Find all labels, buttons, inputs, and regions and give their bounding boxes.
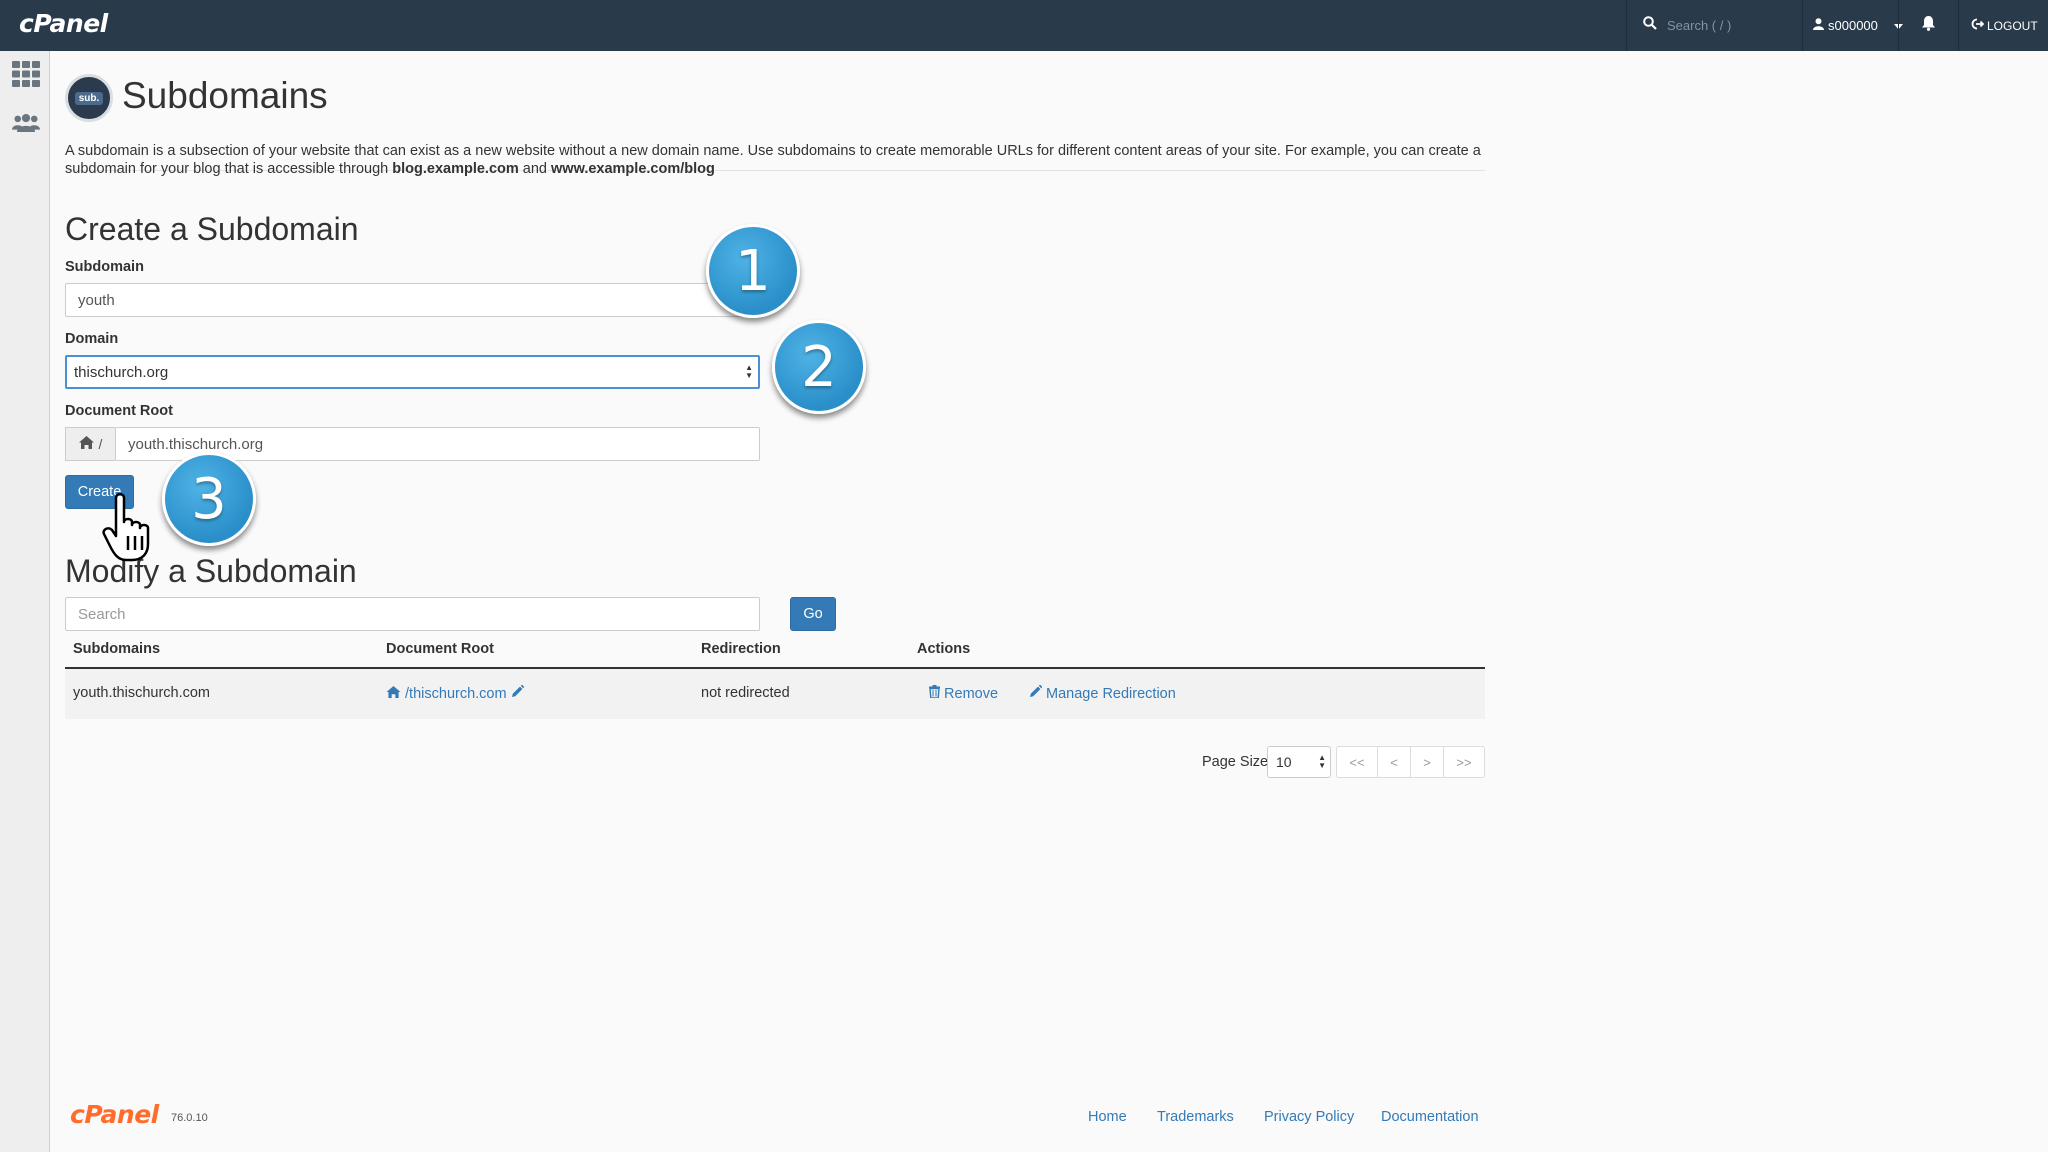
trash-icon [929,685,944,702]
global-search-placeholder: Search ( / ) [1667,18,1732,33]
users-icon[interactable] [12,110,40,136]
footer-link-home[interactable]: Home [1088,1109,1127,1125]
document-root-slash: / [98,436,103,452]
next-page-button[interactable]: > [1410,746,1444,778]
manage-redirection-label: Manage Redirection [1046,686,1176,702]
intro-text: A subdomain is a subsection of your webs… [65,143,1481,177]
page-size-value: 10 [1276,754,1292,770]
intro-example-2: www.example.com/blog [551,161,715,177]
select-arrows-icon: ▲ ▼ [745,363,753,380]
home-icon [386,686,405,702]
row-document-root-link[interactable]: /thischurch.com [386,684,525,702]
column-header-subdomains[interactable]: Subdomains [73,641,160,657]
footer-cpanel-logo[interactable]: cPanel [70,1100,159,1129]
left-sidebar [0,51,50,1152]
pencil-icon [1029,684,1046,702]
page-description: A subdomain is a subsection of your webs… [65,142,1485,178]
callout-1: 1 [706,224,800,318]
subdomain-input-value: youth [78,291,115,309]
logout-icon [1971,18,1985,33]
remove-label: Remove [944,686,999,702]
top-bar: cPanel Search ( / ) s000000 LOGOUT [0,0,2048,51]
home-icon [78,436,94,452]
last-page-button[interactable]: >> [1443,746,1485,778]
intro-and: and [518,161,552,177]
cpanel-logo[interactable]: cPanel [19,9,108,38]
remove-link[interactable]: Remove [929,685,998,702]
subdomain-label: Subdomain [65,259,144,275]
grid-icon[interactable] [12,61,40,87]
subdomain-input[interactable]: youth [65,283,760,317]
page-title: Subdomains [122,75,328,116]
column-header-document-root[interactable]: Document Root [386,641,494,657]
go-button[interactable]: Go [790,597,836,631]
bell-icon [1921,15,1936,36]
notifications-button[interactable] [1898,0,1958,51]
edit-pencil-icon[interactable] [511,684,525,702]
row-document-root: /thischurch.com [405,686,507,702]
first-page-button[interactable]: << [1336,746,1378,778]
row-redirection: not redirected [701,685,790,701]
callout-2: 2 [772,320,866,414]
domain-select-value: thischurch.org [74,363,169,381]
footer-link-documentation[interactable]: Documentation [1381,1109,1479,1125]
column-header-actions: Actions [917,641,971,657]
intro-example-1: blog.example.com [392,161,519,177]
footer-link-privacy-policy[interactable]: Privacy Policy [1264,1109,1354,1125]
page-size-label: Page Size [1202,754,1269,770]
document-root-input-value: youth.thischurch.org [128,435,264,453]
search-icon [1643,16,1657,35]
user-menu[interactable]: s000000 [1802,0,1903,51]
logout-label: LOGOUT [1987,18,2038,33]
document-root-prefix: / [65,427,115,461]
document-root-label: Document Root [65,403,173,419]
user-icon [1813,18,1824,33]
domain-select[interactable]: thischurch.org ▲ ▼ [65,355,760,389]
domain-label: Domain [65,331,119,347]
logout-button[interactable]: LOGOUT [1958,0,2048,51]
callout-3: 3 [162,452,256,546]
footer-version: 76.0.10 [171,1112,208,1124]
row-subdomain: youth.thischurch.com [73,685,211,701]
global-search[interactable]: Search ( / ) [1626,0,1802,51]
manage-redirection-link[interactable]: Manage Redirection [1029,684,1176,702]
table-row: youth.thischurch.com /thischurch.com not… [65,669,1485,719]
footer-link-trademarks[interactable]: Trademarks [1157,1109,1234,1125]
page-size-select[interactable]: 10 ▲ ▼ [1267,746,1331,778]
username: s000000 [1828,18,1878,33]
previous-page-button[interactable]: < [1377,746,1411,778]
pagination: << < > >> [1336,746,1485,778]
subdomain-search-placeholder: Search [78,605,126,623]
select-arrows-icon: ▲ ▼ [1318,753,1326,770]
app-icon-label: sub. [74,91,104,105]
subdomain-search-input[interactable]: Search [65,597,760,631]
subdomains-app-icon: sub. [65,74,113,122]
column-header-redirection[interactable]: Redirection [701,641,781,657]
create-heading: Create a Subdomain [65,211,359,247]
hand-pointer-icon [102,492,162,562]
